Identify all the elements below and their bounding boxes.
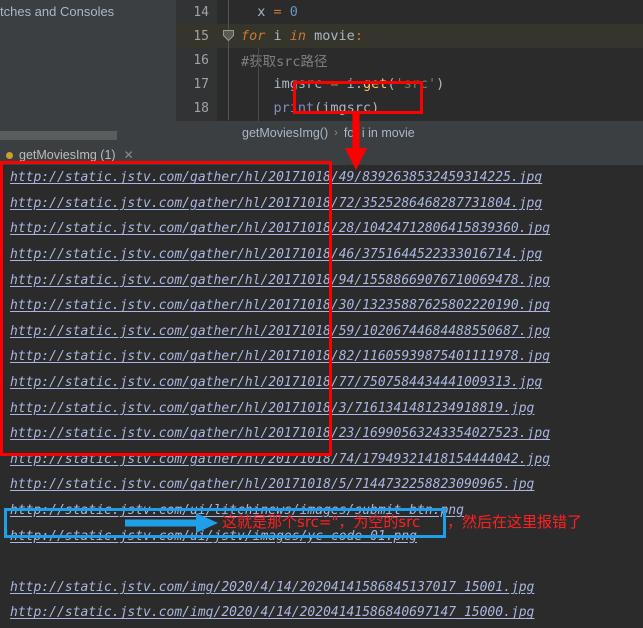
console-row-url[interactable]: http://static.jstv.com/gather/hl/2017101… — [0, 216, 643, 242]
fold-column — [217, 96, 241, 120]
console-row-url[interactable]: http://static.jstv.com/gather/hl/2017101… — [0, 165, 643, 191]
console-row-url[interactable]: http://static.jstv.com/gather/hl/2017101… — [0, 293, 643, 319]
code-line: 16 #获取src路径 — [176, 48, 643, 72]
code-line: 14 x = 0 — [176, 0, 643, 24]
console-url-link[interactable]: http://static.jstv.com/gather/hl/2017101… — [10, 477, 534, 492]
console-url-link[interactable]: http://static.jstv.com/gather/hl/2017101… — [10, 426, 550, 441]
console-url-link[interactable]: http://static.jstv.com/ui/litchinews/ima… — [10, 503, 464, 518]
fold-column[interactable] — [217, 24, 241, 48]
fold-column — [217, 48, 241, 72]
sidebar-title: tches and Consoles — [0, 4, 115, 19]
code-text: x = 0 — [241, 4, 298, 20]
ide-top-area: tches and Consoles 14 x = 0 15 for i in … — [0, 0, 643, 145]
breadcrumb: getMoviesImg() › for i in movie — [176, 121, 643, 145]
console-url-link[interactable]: http://static.jstv.com/gather/hl/2017101… — [10, 324, 550, 339]
console-url-link[interactable]: http://static.jstv.com/gather/hl/2017101… — [10, 298, 550, 313]
console-row-url[interactable]: http://static.jstv.com/gather/hl/2017101… — [0, 472, 643, 498]
console-row-url[interactable]: http://static.jstv.com/ui/litchinews/ima… — [0, 498, 643, 524]
console-url-link[interactable]: http://static.jstv.com/img/2020/4/14/202… — [10, 580, 534, 595]
line-number: 16 — [176, 48, 217, 72]
ide-window: tches and Consoles 14 x = 0 15 for i in … — [0, 0, 643, 628]
run-status-dot-icon — [6, 151, 13, 159]
line-number: 14 — [176, 0, 217, 24]
close-icon[interactable]: ✕ — [124, 148, 134, 162]
console-row-empty — [0, 549, 643, 575]
console-url-link[interactable]: http://static.jstv.com/gather/hl/2017101… — [10, 247, 542, 262]
console-row-url[interactable]: http://static.jstv.com/img/2020/4/14/202… — [0, 575, 643, 601]
console-row-url[interactable]: http://static.jstv.com/gather/hl/2017101… — [0, 242, 643, 268]
console-row-url[interactable]: http://static.jstv.com/gather/hl/2017101… — [0, 421, 643, 447]
line-number: 15 — [176, 24, 217, 48]
code-line: 17 imgsrc = i.get('src') — [176, 72, 643, 96]
console-url-link[interactable]: http://static.jstv.com/gather/hl/2017101… — [10, 273, 550, 288]
code-editor[interactable]: 14 x = 0 15 for i in movie: 16 #获取src路径 … — [176, 0, 643, 121]
console-url-link[interactable]: http://static.jstv.com/img/2020/4/14/202… — [10, 605, 534, 620]
code-comment: #获取src路径 — [241, 54, 328, 70]
console-output[interactable]: http://static.jstv.com/gather/hl/2017101… — [0, 165, 643, 628]
sidebar-scrollbar-thumb[interactable] — [0, 131, 117, 140]
code-line-current: 15 for i in movie: — [176, 24, 643, 48]
console-row-url[interactable]: http://static.jstv.com/gather/hl/2017101… — [0, 267, 643, 293]
code-text: for i in movie: — [241, 28, 363, 44]
line-number: 18 — [176, 96, 217, 120]
console-row-url[interactable]: http://static.jstv.com/gather/hl/2017101… — [0, 191, 643, 217]
fold-column — [217, 0, 241, 24]
console-url-link[interactable]: http://static.jstv.com/gather/hl/2017101… — [10, 221, 550, 236]
breadcrumb-function[interactable]: getMoviesImg() — [242, 126, 328, 140]
sidebar-panel: tches and Consoles — [0, 0, 176, 145]
console-row-url[interactable]: http://static.jstv.com/gather/hl/2017101… — [0, 370, 643, 396]
line-number: 17 — [176, 72, 217, 96]
console-url-link[interactable]: http://static.jstv.com/gather/hl/2017101… — [10, 401, 534, 416]
fold-column — [217, 72, 241, 96]
console-row-url[interactable]: http://static.jstv.com/img/2020/4/14/202… — [0, 600, 643, 626]
console-url-link[interactable]: http://static.jstv.com/gather/hl/2017101… — [10, 375, 542, 390]
console-url-link[interactable]: http://static.jstv.com/gather/hl/2017101… — [10, 196, 542, 211]
console-row-url[interactable]: http://static.jstv.com/ui/jstv/images/yc… — [0, 523, 643, 549]
console-url-link[interactable]: http://static.jstv.com/gather/hl/2017101… — [10, 349, 550, 364]
code-fold-icon[interactable] — [223, 30, 234, 41]
chevron-right-icon: › — [334, 127, 338, 139]
console-row-url[interactable]: http://static.jstv.com/gather/hl/2017101… — [0, 344, 643, 370]
console-row-url[interactable]: http://static.jstv.com/gather/hl/2017101… — [0, 395, 643, 421]
console-tab-label[interactable]: getMoviesImg (1) — [19, 148, 116, 162]
code-text: imgsrc = i.get('src') — [241, 76, 445, 92]
annotation-red-arrow-down — [345, 112, 367, 170]
console-url-link[interactable]: http://static.jstv.com/gather/hl/2017101… — [10, 452, 550, 467]
code-line: 18 print(imgsrc) — [176, 96, 643, 120]
console-tab-bar: getMoviesImg (1) ✕ — [0, 145, 643, 165]
console-row-url[interactable]: http://static.jstv.com/gather/hl/2017101… — [0, 447, 643, 473]
annotation-blue-arrow-right — [125, 513, 218, 533]
console-row-url[interactable]: http://static.jstv.com/gather/hl/2017101… — [0, 319, 643, 345]
console-url-link[interactable]: http://static.jstv.com/gather/hl/2017101… — [10, 170, 542, 185]
